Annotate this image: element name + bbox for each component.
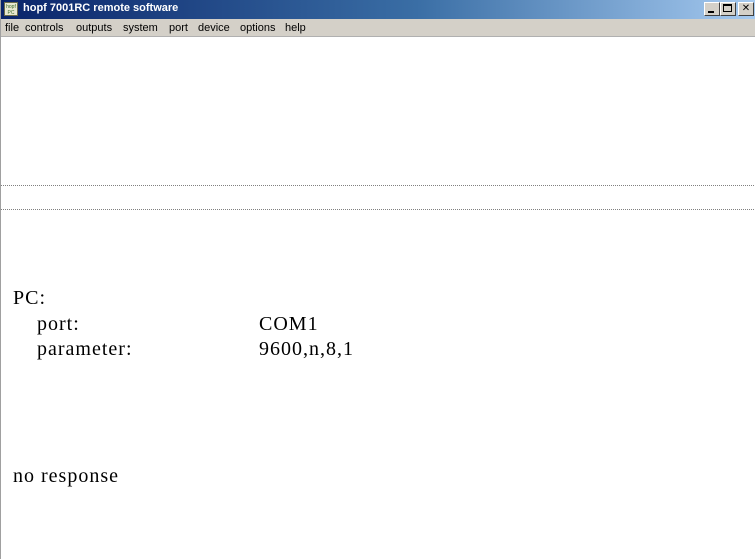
response-status: no response bbox=[13, 465, 119, 487]
display-area: PC: port: COM1 parameter: 9600,n,8,1 no … bbox=[1, 37, 755, 559]
menu-device[interactable]: device bbox=[198, 22, 230, 34]
menu-options[interactable]: options bbox=[240, 22, 275, 34]
app-window: hopf 7001RC remote software ✕ file contr… bbox=[0, 0, 755, 559]
window-title: hopf 7001RC remote software bbox=[23, 2, 179, 14]
menu-port[interactable]: port bbox=[169, 22, 188, 34]
lower-divider bbox=[1, 209, 755, 210]
port-label: port: bbox=[37, 313, 80, 335]
title-bar[interactable]: hopf 7001RC remote software ✕ bbox=[1, 0, 755, 19]
menu-bar: file controls outputs system port device… bbox=[1, 19, 755, 37]
maximize-button[interactable] bbox=[720, 2, 736, 16]
parameter-label: parameter: bbox=[37, 338, 133, 360]
upper-divider bbox=[1, 185, 755, 186]
menu-outputs[interactable]: outputs bbox=[76, 22, 112, 34]
parameter-value: 9600,n,8,1 bbox=[259, 338, 354, 360]
minimize-button[interactable] bbox=[704, 2, 720, 16]
menu-controls[interactable]: controls bbox=[25, 22, 64, 34]
menu-file[interactable]: file bbox=[5, 22, 19, 34]
hopf-pc-icon[interactable] bbox=[4, 2, 18, 16]
port-value: COM1 bbox=[259, 313, 319, 335]
menu-help[interactable]: help bbox=[285, 22, 306, 34]
pc-heading: PC: bbox=[13, 287, 47, 309]
menu-system[interactable]: system bbox=[123, 22, 158, 34]
close-button[interactable]: ✕ bbox=[738, 2, 754, 16]
